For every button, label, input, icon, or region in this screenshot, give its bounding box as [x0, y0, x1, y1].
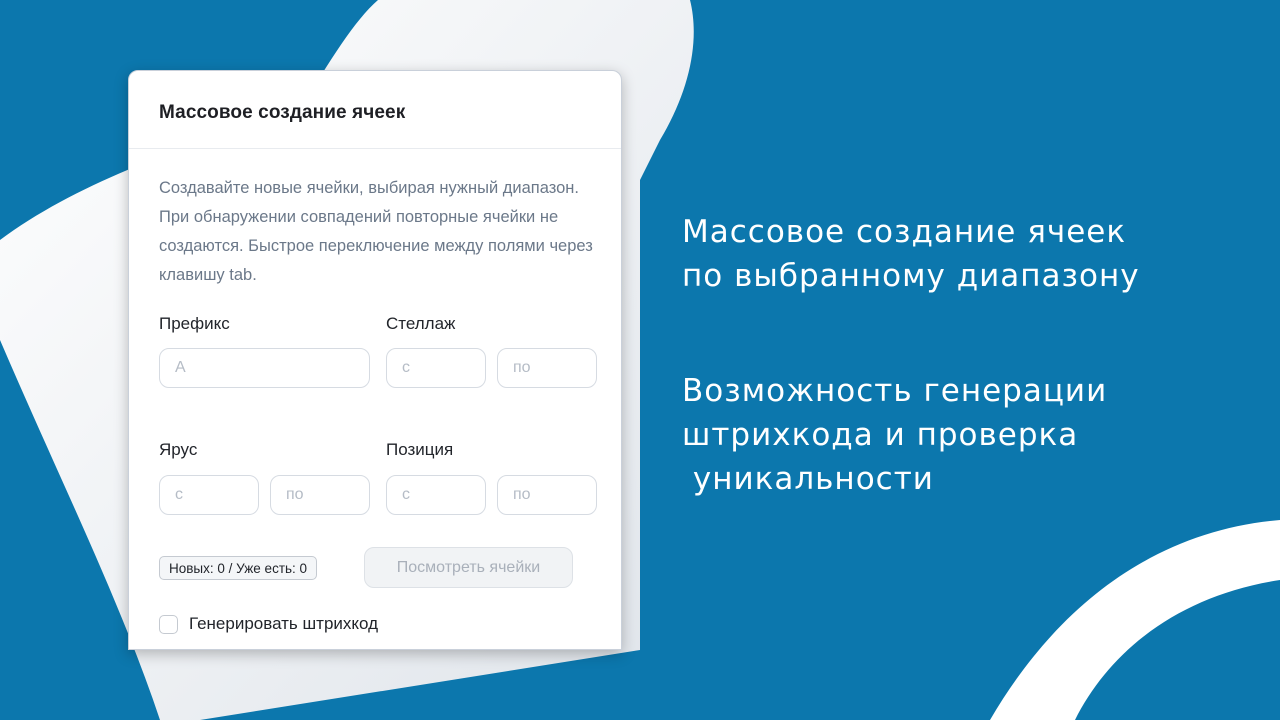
tier-from-input[interactable]: [159, 475, 259, 515]
prefix-input[interactable]: [159, 348, 370, 388]
barcode-checkbox-label[interactable]: Генерировать штрихкод: [189, 614, 378, 634]
tier-label: Ярус: [159, 440, 198, 459]
position-to-input[interactable]: [497, 475, 597, 515]
promo-text-barcode: Возможность генерации штрихкода и провер…: [682, 373, 1108, 497]
white-arc-shape: [990, 520, 1280, 720]
position-label: Позиция: [386, 440, 454, 459]
tier-to-input[interactable]: [270, 475, 370, 515]
position-from-input[interactable]: [386, 475, 486, 515]
barcode-checkbox[interactable]: [159, 615, 178, 634]
dialog-description: Создавайте новые ячейки, выбирая нужный …: [159, 179, 593, 284]
rack-to-input[interactable]: [497, 348, 597, 388]
promo-text-bulk-creation: Массовое создание ячеек по выбранному ди…: [682, 214, 1140, 294]
rack-label: Стеллаж: [386, 314, 456, 333]
prefix-label: Префикс: [159, 314, 230, 333]
dialog-title: Массовое создание ячеек: [159, 102, 406, 123]
bulk-create-cells-dialog: Массовое создание ячеек Создавайте новые…: [128, 70, 622, 650]
counter-badge: Новых: 0 / Уже есть: 0: [159, 556, 318, 580]
view-cells-button[interactable]: Посмотреть ячейки: [364, 547, 573, 588]
rack-from-input[interactable]: [386, 348, 486, 388]
dialog-header: Массовое создание ячеек: [129, 71, 621, 149]
